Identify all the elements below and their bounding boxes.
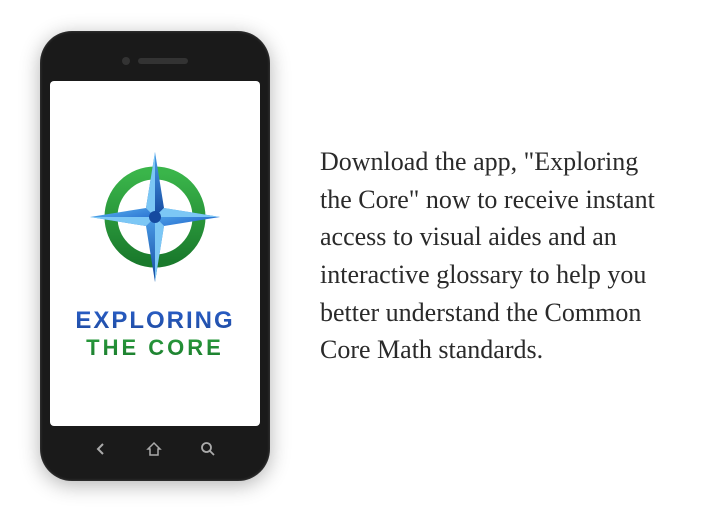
app-name-line1: EXPLORING bbox=[75, 307, 234, 335]
home-icon[interactable] bbox=[146, 441, 162, 457]
phone-top-bezel bbox=[50, 41, 260, 81]
phone-mockup: EXPLORING THE CORE bbox=[30, 31, 280, 481]
description-text: Download the app, "Exploring the Core" n… bbox=[320, 143, 664, 369]
phone-camera bbox=[122, 57, 130, 65]
phone-screen: EXPLORING THE CORE bbox=[50, 81, 260, 426]
phone-body: EXPLORING THE CORE bbox=[40, 31, 270, 481]
phone-speaker bbox=[138, 58, 188, 64]
app-name-line2: THE CORE bbox=[75, 335, 234, 361]
phone-nav-bar bbox=[50, 426, 260, 471]
app-name: EXPLORING THE CORE bbox=[75, 307, 234, 361]
search-icon[interactable] bbox=[200, 441, 216, 457]
compass-icon bbox=[85, 147, 225, 287]
back-icon[interactable] bbox=[94, 442, 108, 456]
app-logo bbox=[85, 147, 225, 287]
text-content: Download the app, "Exploring the Core" n… bbox=[280, 143, 674, 369]
